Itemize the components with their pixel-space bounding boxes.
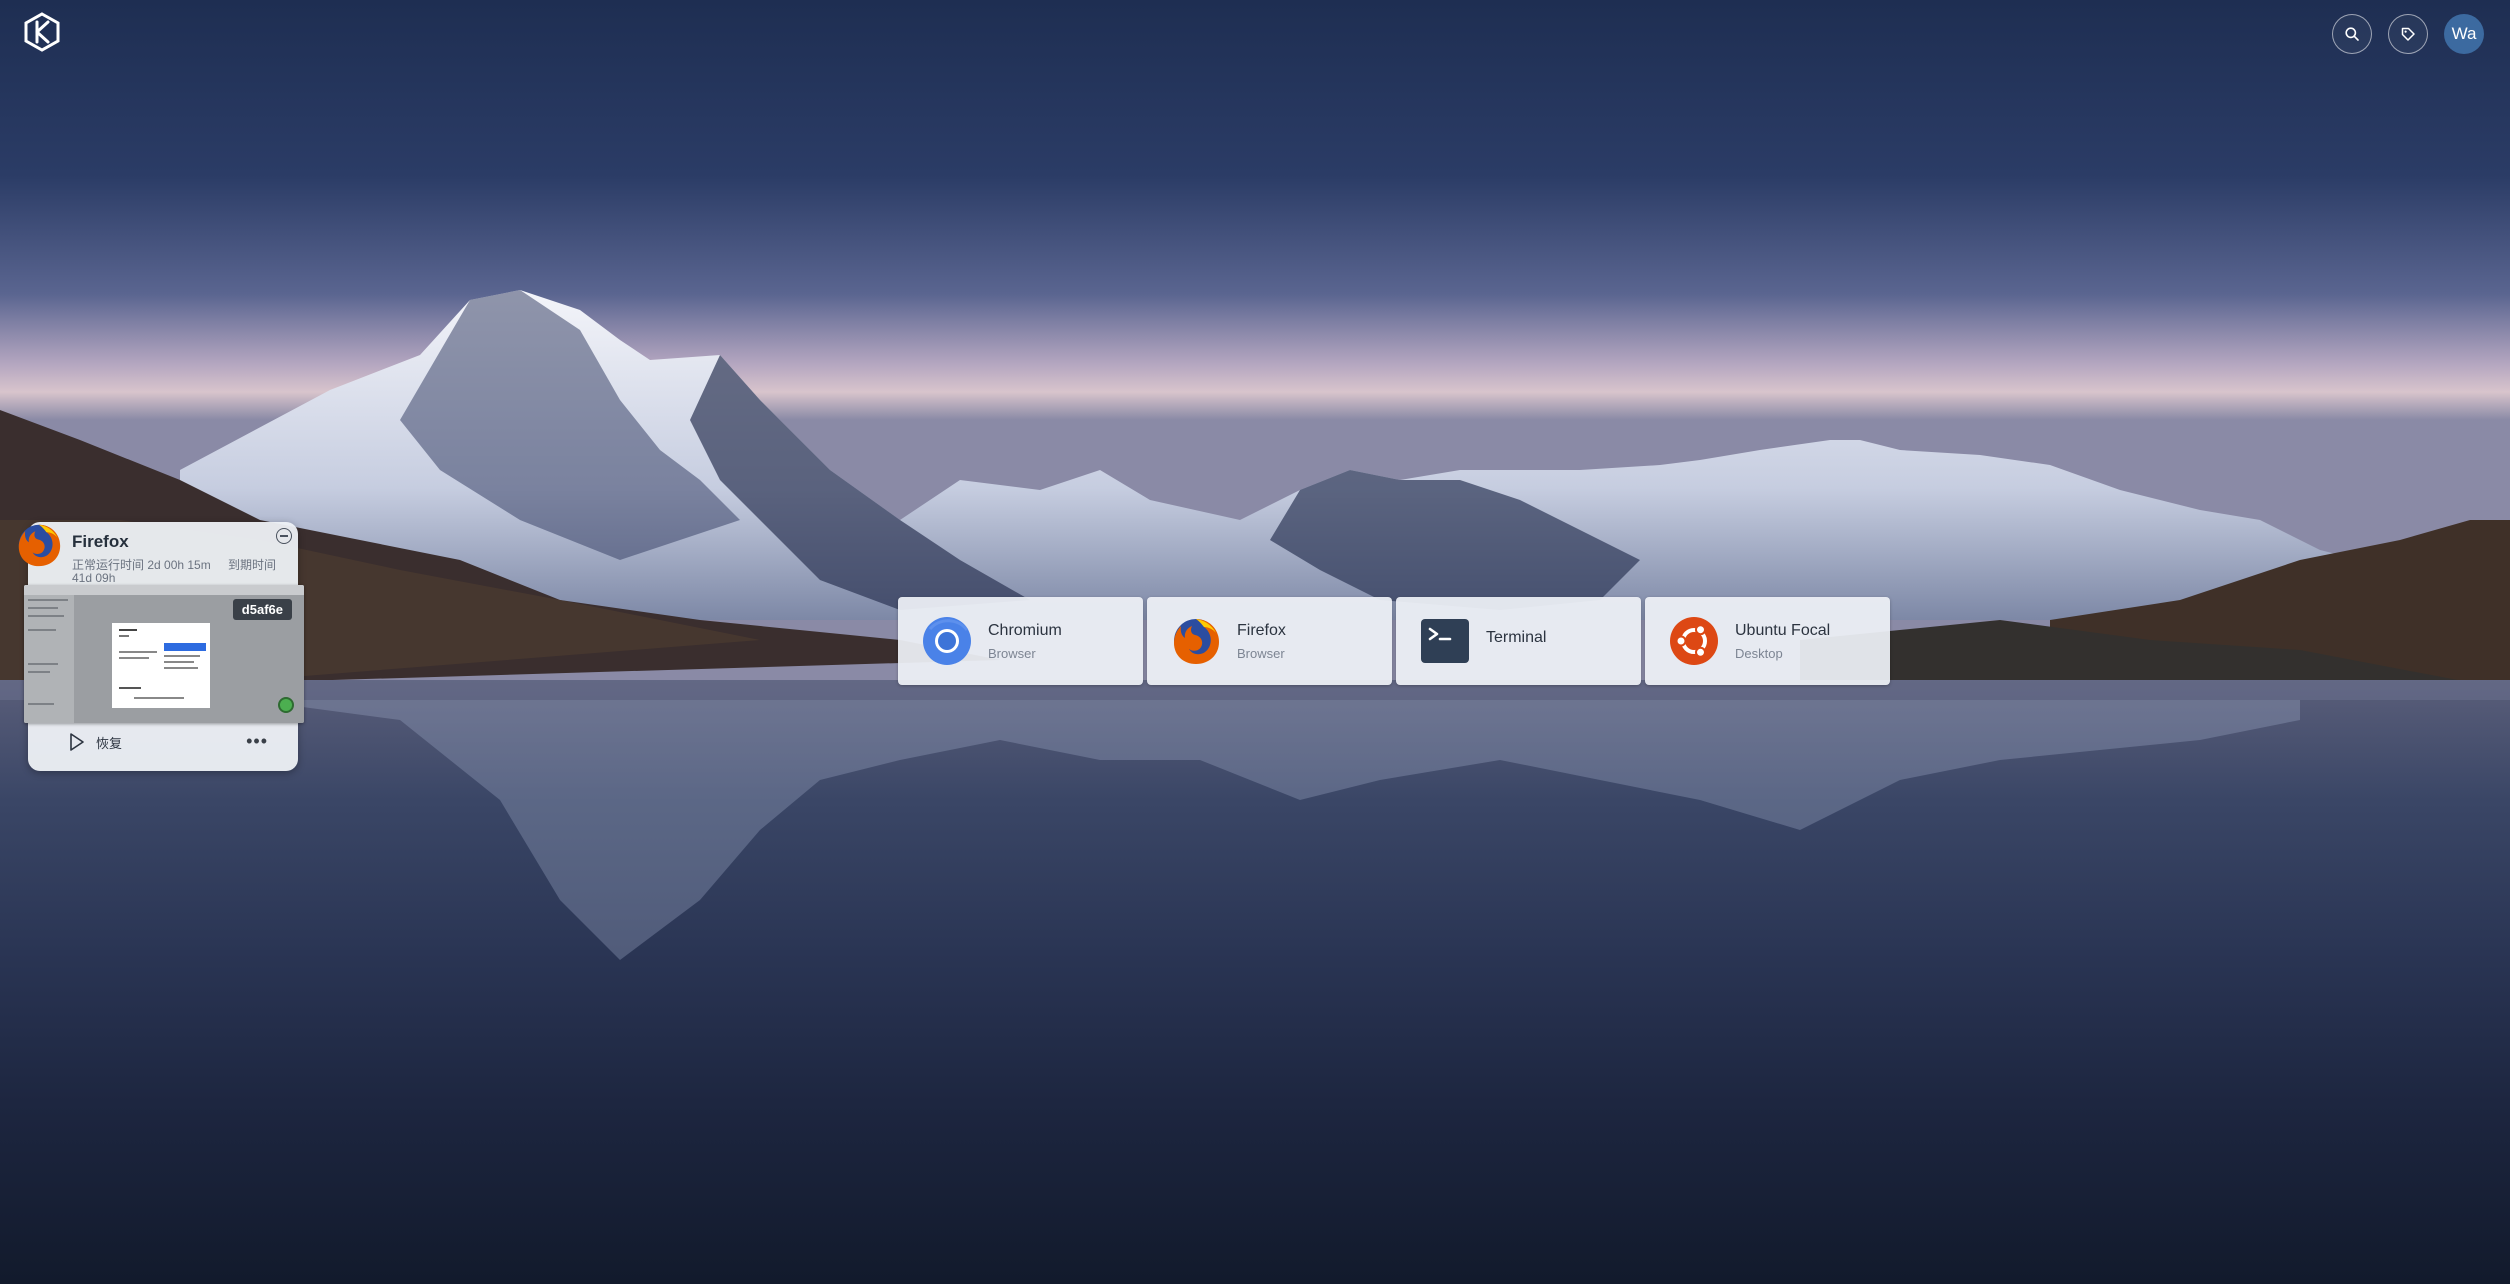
search-button[interactable]: [2332, 14, 2372, 54]
chromium-icon: [923, 617, 971, 665]
session-panel[interactable]: Firefox 正常运行时间 2d 00h 15m 到期时间 41d 09h d…: [18, 522, 304, 771]
firefox-icon: [18, 524, 61, 567]
session-more-button[interactable]: •••: [246, 732, 268, 750]
session-expiry-value: 41d 09h: [72, 571, 116, 585]
tag-icon: [2401, 27, 2415, 41]
app-category: Browser: [1237, 645, 1285, 661]
session-status-indicator: [278, 697, 294, 713]
app-launcher: Chromium Browser Firefox Browser Termina…: [898, 597, 1890, 685]
user-avatar[interactable]: Wa: [2444, 14, 2484, 54]
ubuntu-icon: [1670, 617, 1718, 665]
app-name: Firefox: [1237, 621, 1286, 639]
app-category: Desktop: [1735, 645, 1783, 661]
session-id-badge: d5af6e: [232, 599, 292, 620]
session-close-button[interactable]: [276, 528, 292, 544]
play-icon: [70, 733, 84, 751]
app-card-terminal[interactable]: Terminal: [1396, 597, 1641, 685]
app-name: Ubuntu Focal: [1735, 621, 1831, 639]
search-icon: [2345, 27, 2359, 41]
terminal-icon: [1421, 619, 1469, 663]
kasm-logo-icon[interactable]: [20, 10, 64, 54]
session-title: Firefox: [72, 532, 129, 551]
tag-button[interactable]: [2388, 14, 2428, 54]
app-name: Terminal: [1486, 629, 1547, 646]
app-card-firefox[interactable]: Firefox Browser: [1147, 597, 1392, 685]
app-category: Browser: [988, 645, 1036, 661]
session-expiry-label: 到期时间: [228, 558, 277, 572]
app-card-chromium[interactable]: Chromium Browser: [898, 597, 1143, 685]
app-card-ubuntu-focal[interactable]: Ubuntu Focal Desktop: [1645, 597, 1890, 685]
resume-button[interactable]: 恢复: [68, 732, 122, 752]
firefox-icon: [1174, 619, 1219, 664]
session-thumbnail[interactable]: d5af6e: [24, 585, 304, 723]
resume-label: 恢复: [96, 735, 123, 751]
header-actions: Wa: [2332, 14, 2484, 54]
app-name: Chromium: [988, 621, 1062, 639]
